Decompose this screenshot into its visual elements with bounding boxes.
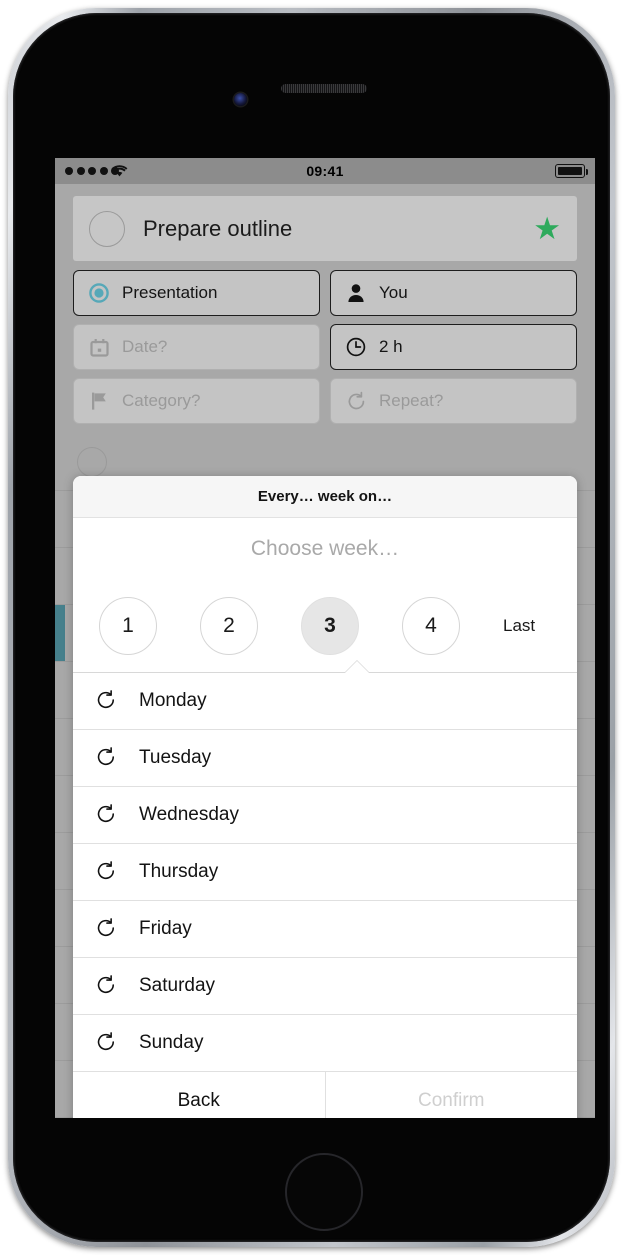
row-accent-bar xyxy=(55,605,65,661)
task-detail-chips: Presentation You Date? 2 h Category? Rep… xyxy=(73,270,577,424)
calendar-icon xyxy=(88,336,110,358)
day-label: Monday xyxy=(139,690,207,711)
day-label: Friday xyxy=(139,918,192,939)
modal-subtitle: Choose week… xyxy=(73,518,577,580)
day-label: Sunday xyxy=(139,1032,204,1053)
phone-body: 09:41 Prepare outline ★ Presentation You… xyxy=(13,13,610,1242)
week-option-last[interactable]: Last xyxy=(503,616,535,636)
chip-date[interactable]: Date? xyxy=(73,324,320,370)
day-label: Thursday xyxy=(139,861,219,882)
chip-repeat-label: Repeat? xyxy=(379,391,444,410)
repeat-icon xyxy=(95,689,119,713)
day-row-friday[interactable]: Friday xyxy=(73,901,577,958)
chip-date-label: Date? xyxy=(122,337,168,356)
day-row-thursday[interactable]: Thursday xyxy=(73,844,577,901)
repeat-icon xyxy=(95,1031,119,1055)
day-label: Saturday xyxy=(139,975,216,996)
chip-project-label: Presentation xyxy=(122,283,218,302)
repeat-picker-modal: Every… week on… Choose week… 1 2 3 4 Las… xyxy=(73,476,577,1118)
repeat-icon xyxy=(95,746,119,770)
day-row-tuesday[interactable]: Tuesday xyxy=(73,730,577,787)
confirm-button[interactable]: Confirm xyxy=(325,1072,577,1118)
day-row-monday[interactable]: Monday xyxy=(73,673,577,730)
app-background: Prepare outline ★ Presentation You Date?… xyxy=(55,184,595,1118)
phone-frame: 09:41 Prepare outline ★ Presentation You… xyxy=(8,8,615,1247)
back-button[interactable]: Back xyxy=(73,1072,326,1118)
chip-duration-label: 2 h xyxy=(379,337,403,356)
home-button[interactable] xyxy=(285,1153,363,1231)
week-option-2[interactable]: 2 xyxy=(200,597,258,655)
repeat-icon xyxy=(95,974,119,998)
repeat-icon xyxy=(95,917,119,941)
picker-divider xyxy=(73,661,577,673)
chip-repeat[interactable]: Repeat? xyxy=(330,378,577,424)
day-row-saturday[interactable]: Saturday xyxy=(73,958,577,1015)
clock-icon xyxy=(345,336,367,358)
status-bar: 09:41 xyxy=(55,158,595,184)
chip-assignee-label: You xyxy=(379,283,408,302)
status-bar-time: 09:41 xyxy=(306,163,344,179)
day-row-wednesday[interactable]: Wednesday xyxy=(73,787,577,844)
day-label: Tuesday xyxy=(139,747,212,768)
week-option-1[interactable]: 1 xyxy=(99,597,157,655)
chip-category[interactable]: Category? xyxy=(73,378,320,424)
radio-selected-icon xyxy=(88,282,110,304)
chip-category-label: Category? xyxy=(122,391,201,410)
wifi-icon xyxy=(111,164,128,180)
day-label: Wednesday xyxy=(139,804,239,825)
selection-caret-icon xyxy=(345,661,369,673)
circle-checkbox-icon[interactable] xyxy=(77,447,107,477)
chip-duration[interactable]: 2 h xyxy=(330,324,577,370)
front-camera xyxy=(234,93,247,106)
day-row-sunday[interactable]: Sunday xyxy=(73,1015,577,1072)
person-icon xyxy=(345,282,367,304)
task-header: Prepare outline ★ xyxy=(73,196,577,261)
page-title: Prepare outline xyxy=(143,215,293,241)
chip-project[interactable]: Presentation xyxy=(73,270,320,316)
earpiece-speaker xyxy=(281,84,367,93)
star-icon[interactable]: ★ xyxy=(533,213,561,244)
week-option-4[interactable]: 4 xyxy=(402,597,460,655)
week-picker: 1 2 3 4 Last xyxy=(73,580,577,672)
battery-full-icon xyxy=(555,164,588,178)
phone-screen: 09:41 Prepare outline ★ Presentation You… xyxy=(55,158,595,1118)
circle-checkbox-icon[interactable] xyxy=(89,210,125,247)
week-option-3[interactable]: 3 xyxy=(301,597,359,655)
flag-icon xyxy=(88,390,110,412)
repeat-icon xyxy=(95,860,119,884)
repeat-icon xyxy=(95,803,119,827)
repeat-icon xyxy=(345,390,367,412)
modal-title: Every… week on… xyxy=(73,476,577,518)
chip-assignee[interactable]: You xyxy=(330,270,577,316)
modal-actions: Back Confirm xyxy=(73,1072,577,1118)
